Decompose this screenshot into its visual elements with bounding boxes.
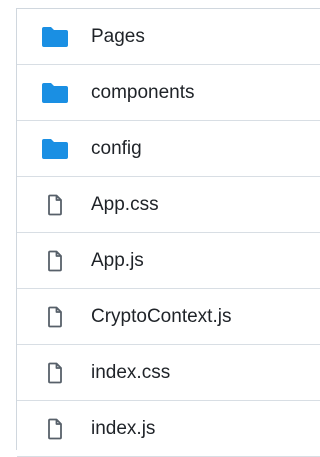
folder-icon bbox=[41, 81, 69, 105]
list-item-file-app-css[interactable]: App.css bbox=[17, 177, 320, 233]
list-item-folder-pages[interactable]: Pages bbox=[17, 9, 320, 65]
folder-icon bbox=[41, 25, 69, 49]
list-item-file-cryptocontext-js[interactable]: CryptoContext.js bbox=[17, 289, 320, 345]
list-item-folder-components[interactable]: components bbox=[17, 65, 320, 121]
list-item-file-app-js[interactable]: App.js bbox=[17, 233, 320, 289]
file-icon bbox=[41, 361, 69, 385]
item-label: config bbox=[91, 137, 142, 159]
item-label: App.css bbox=[91, 193, 159, 215]
item-label: index.js bbox=[91, 417, 156, 439]
item-label: App.js bbox=[91, 249, 144, 271]
file-icon bbox=[41, 417, 69, 441]
list-item-file-index-js[interactable]: index.js bbox=[17, 401, 320, 457]
item-label: index.css bbox=[91, 361, 171, 383]
item-label: CryptoContext.js bbox=[91, 305, 232, 327]
list-item-folder-config[interactable]: config bbox=[17, 121, 320, 177]
folder-icon bbox=[41, 137, 69, 161]
file-icon bbox=[41, 193, 69, 217]
file-list: Pages components config App.css App.js C… bbox=[16, 8, 320, 457]
item-label: Pages bbox=[91, 25, 145, 47]
file-icon bbox=[41, 249, 69, 273]
file-icon bbox=[41, 305, 69, 329]
list-item-file-index-css[interactable]: index.css bbox=[17, 345, 320, 401]
item-label: components bbox=[91, 81, 195, 103]
